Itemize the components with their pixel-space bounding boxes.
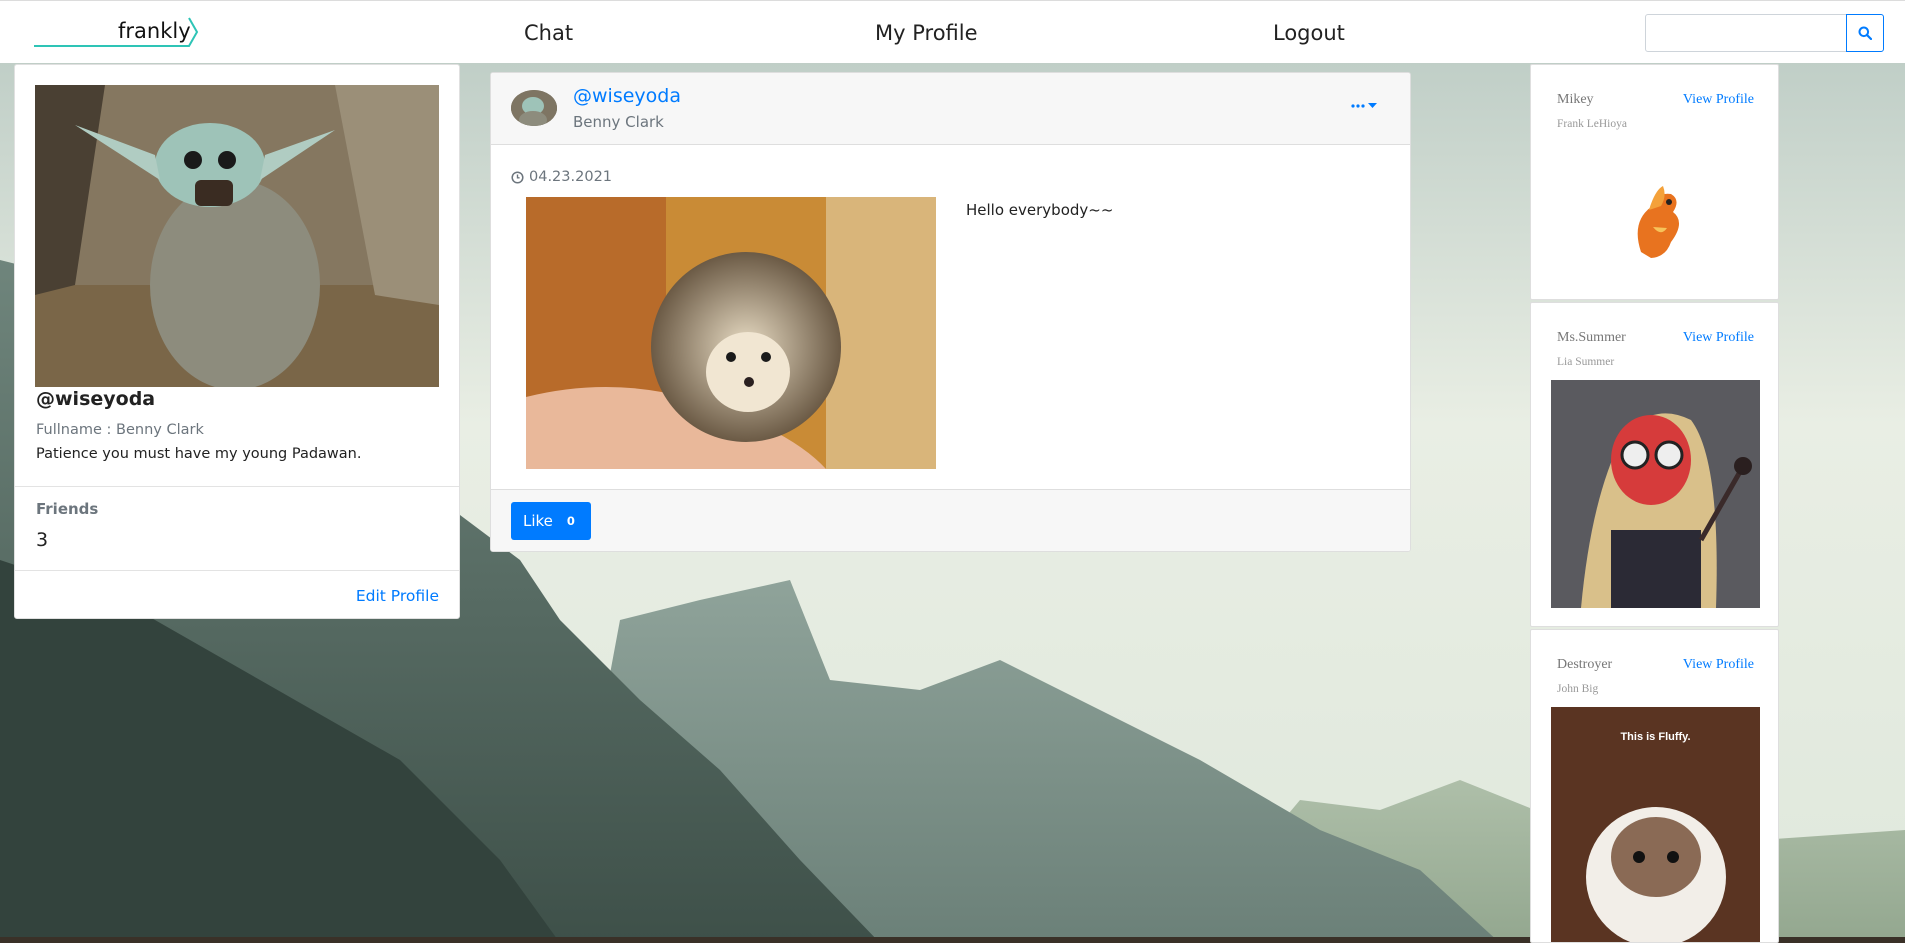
view-profile-link[interactable]: View Profile (1683, 330, 1754, 346)
profile-divider (15, 486, 459, 487)
profile-fullname: Fullname : Benny Clark (36, 422, 204, 438)
like-label: Like (523, 512, 553, 530)
friend-card: Mikey View Profile Frank LeHioya (1530, 64, 1779, 300)
edit-profile-link[interactable]: Edit Profile (356, 587, 439, 605)
post-date-text: 04.23.2021 (529, 169, 613, 185)
friend-nickname: Ms.Summer (1557, 330, 1626, 345)
post-author-avatar[interactable] (511, 90, 557, 126)
brand-name: frankly (118, 19, 191, 43)
post-author-handle[interactable]: @wiseyoda (573, 85, 681, 107)
post-card: @wiseyoda Benny Clark 04.23.2021 Hello e… (490, 72, 1411, 552)
friend-card: Destroyer View Profile John Big This is … (1530, 629, 1779, 943)
search-icon (1858, 26, 1872, 40)
search-input[interactable] (1645, 14, 1847, 52)
friend-avatar[interactable] (1611, 172, 1701, 262)
friend-nickname: Destroyer (1557, 657, 1613, 672)
friend-avatar[interactable] (1551, 380, 1760, 608)
profile-bio: Patience you must have my young Padawan. (36, 446, 362, 462)
profile-photo (35, 85, 439, 387)
friend-fullname: Frank LeHioya (1557, 118, 1627, 130)
top-navbar: frankly Chat My Profile Logout (0, 0, 1905, 63)
friend-nickname: Mikey (1557, 92, 1594, 107)
post-image (526, 197, 936, 469)
search-button[interactable] (1846, 14, 1884, 52)
clock-icon (511, 170, 524, 184)
nav-link-my-profile[interactable]: My Profile (875, 21, 978, 45)
friend-fullname: Lia Summer (1557, 356, 1615, 368)
friend-card: Ms.Summer View Profile Lia Summer (1530, 302, 1779, 627)
profile-handle: @wiseyoda (36, 388, 156, 410)
view-profile-link[interactable]: View Profile (1683, 92, 1754, 108)
post-date: 04.23.2021 (511, 169, 612, 185)
profile-card: @wiseyoda Fullname : Benny Clark Patienc… (14, 64, 460, 619)
friends-count: 3 (36, 529, 49, 551)
post-text: Hello everybody~~ (966, 201, 1114, 219)
friend-avatar[interactable]: This is Fluffy. (1551, 707, 1760, 942)
post-footer: Like 0 (491, 489, 1410, 551)
profile-divider (15, 570, 459, 571)
caret-down-icon (1368, 103, 1377, 108)
brand-logo[interactable]: frankly (34, 15, 199, 49)
post-author-name: Benny Clark (573, 113, 664, 131)
nav-link-logout[interactable]: Logout (1273, 21, 1345, 45)
nav-link-chat[interactable]: Chat (524, 21, 573, 45)
friends-label: Friends (36, 500, 99, 518)
search-form (1645, 14, 1885, 52)
friend-fullname: John Big (1557, 683, 1599, 695)
post-header: @wiseyoda Benny Clark (491, 73, 1410, 145)
more-dots-icon (1351, 104, 1365, 108)
post-options-dropdown[interactable] (1351, 103, 1377, 109)
like-count-badge: 0 (566, 514, 575, 528)
like-button[interactable]: Like 0 (511, 502, 591, 540)
view-profile-link[interactable]: View Profile (1683, 657, 1754, 673)
friend-image-caption: This is Fluffy. (1620, 731, 1691, 743)
